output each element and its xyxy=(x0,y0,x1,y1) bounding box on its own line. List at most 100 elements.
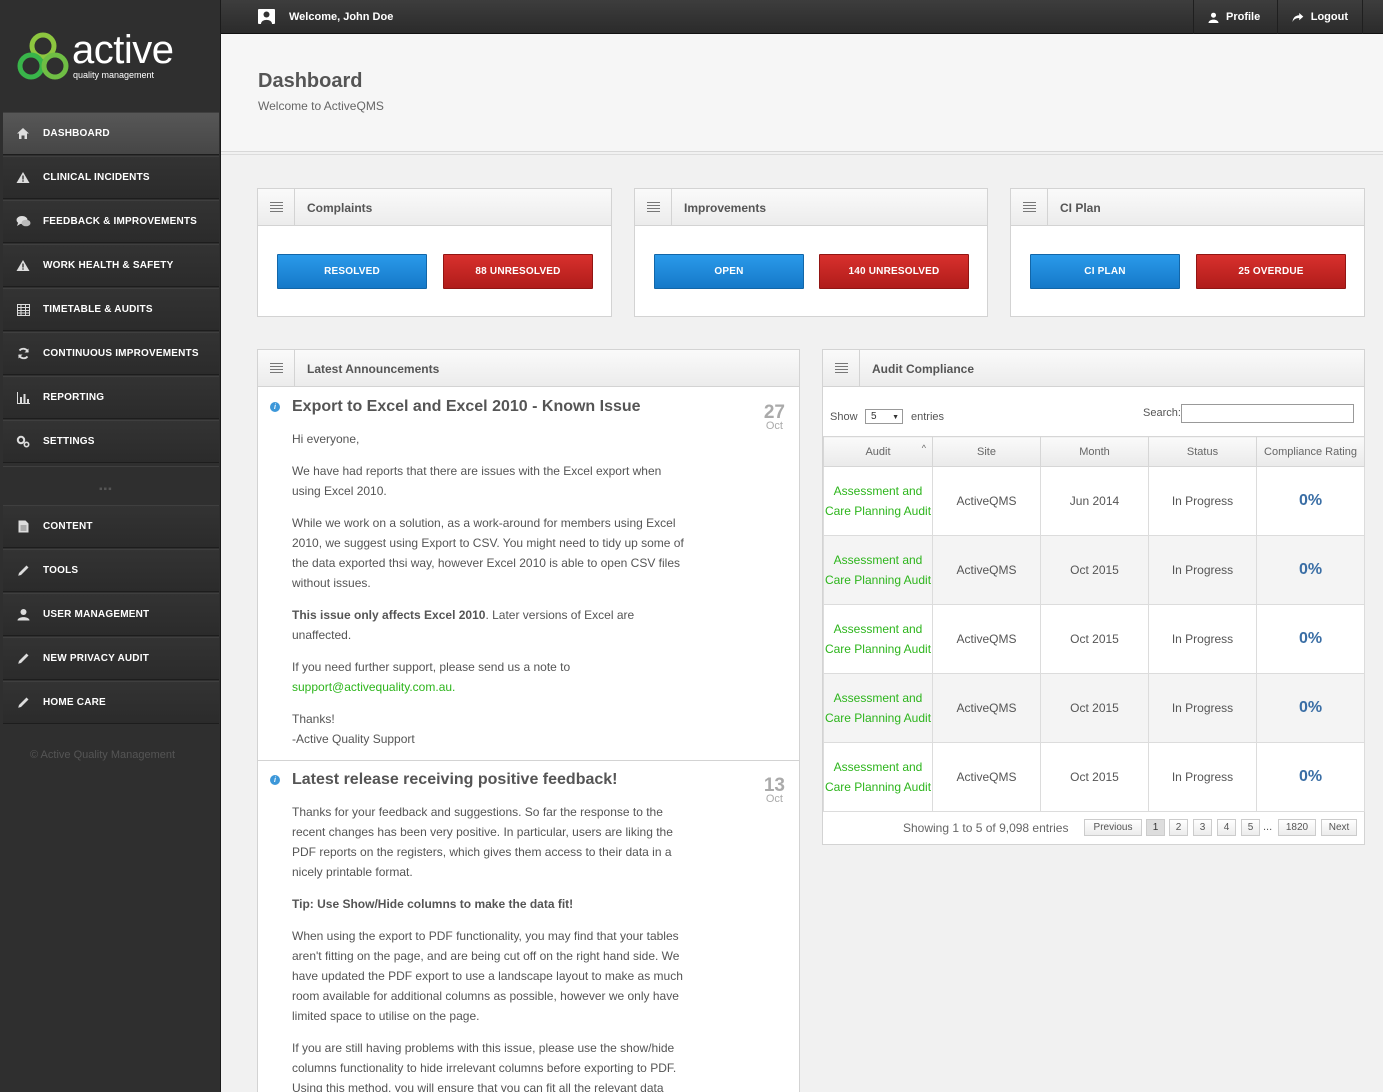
page-size-select[interactable]: 5 xyxy=(865,409,903,424)
announcement-month: Oct xyxy=(765,420,783,432)
announcement-title[interactable]: Latest release receiving positive feedba… xyxy=(292,771,617,789)
announcement-paragraph: When using the export to PDF functionali… xyxy=(292,929,683,1023)
announcement-signoff: Thanks! xyxy=(292,712,335,726)
divider-grip-icon: ▪▪▪ xyxy=(99,484,113,495)
widget-title: Audit Compliance xyxy=(872,362,975,376)
column-header-month[interactable]: Month xyxy=(1040,436,1149,467)
page-button-2[interactable]: 2 xyxy=(1169,819,1188,836)
sidebar-item-tools[interactable]: TOOLS xyxy=(3,549,219,592)
announcement-paragraph: Hi everyone, xyxy=(292,432,360,446)
menu-lines-icon[interactable] xyxy=(1011,189,1048,225)
sidebar-item-label: USER MANAGEMENT xyxy=(43,609,150,620)
widget-title: Complaints xyxy=(307,201,373,215)
sidebar-item-content[interactable]: CONTENT xyxy=(3,505,219,548)
menu-lines-icon[interactable] xyxy=(258,350,295,386)
audit-link[interactable]: Assessment and Care Planning Audit xyxy=(823,604,933,674)
ci-plan-button[interactable]: CI PLAN xyxy=(1030,254,1180,289)
status-cell: In Progress xyxy=(1148,466,1257,536)
ci-plan-widget: CI Plan CI PLAN 25 OVERDUE xyxy=(1010,188,1365,317)
sidebar-item-new-privacy-audit[interactable]: NEW PRIVACY AUDIT xyxy=(3,637,219,680)
support-email-link[interactable]: support@activequality.com.au. xyxy=(292,677,692,697)
announcement-paragraph: Thanks for your feedback and suggestions… xyxy=(292,805,673,879)
audit-link[interactable]: Assessment and Care Planning Audit xyxy=(823,673,933,743)
warning-icon xyxy=(3,171,43,184)
status-cell: In Progress xyxy=(1148,673,1257,743)
column-header-compliance-rating[interactable]: Compliance Rating xyxy=(1256,436,1365,467)
widget-title: CI Plan xyxy=(1060,201,1101,215)
table-row: Assessment and Care Planning Audit Activ… xyxy=(823,466,1365,536)
logo[interactable]: active quality management xyxy=(16,28,206,90)
audit-table: Audit ^ Site Month Status Compliance Rati… xyxy=(823,436,1365,812)
sidebar-item-clinical-incidents[interactable]: CLINICAL INCIDENTS xyxy=(3,156,219,199)
sidebar-item-label: CLINICAL INCIDENTS xyxy=(43,172,150,183)
unresolved-complaints-button[interactable]: 88 UNRESOLVED xyxy=(443,254,593,289)
sidebar-item-timetable-audits[interactable]: TIMETABLE & AUDITS xyxy=(3,288,219,331)
announcement-bold-text: This issue only affects Excel 2010 xyxy=(292,608,486,622)
widget-title: Improvements xyxy=(684,201,767,215)
sidebar-item-user-management[interactable]: USER MANAGEMENT xyxy=(3,593,219,636)
month-cell: Oct 2015 xyxy=(1040,742,1149,812)
sidebar-item-continuous-improvements[interactable]: CONTINUOUS IMPROVEMENTS xyxy=(3,332,219,375)
widget-header: Improvements xyxy=(635,189,987,226)
audit-compliance-widget: Audit Compliance Show 5 entries Search: … xyxy=(822,349,1365,845)
welcome-text: Welcome, John Doe xyxy=(289,11,394,23)
page-button-5[interactable]: 5 xyxy=(1241,819,1260,836)
profile-button[interactable]: Profile xyxy=(1193,0,1277,34)
cogs-icon xyxy=(3,435,43,448)
sidebar-item-dashboard[interactable]: DASHBOARD xyxy=(3,112,219,155)
column-header-site[interactable]: Site xyxy=(932,436,1041,467)
menu-lines-icon[interactable] xyxy=(823,350,860,386)
calendar-icon xyxy=(3,303,43,316)
column-label: Audit xyxy=(865,445,891,458)
sidebar-item-label: FEEDBACK & IMPROVEMENTS xyxy=(43,216,198,227)
audit-link[interactable]: Assessment and Care Planning Audit xyxy=(823,742,933,812)
widget-header: Audit Compliance xyxy=(823,350,1364,387)
info-icon: i xyxy=(270,775,280,785)
sidebar-item-home-care[interactable]: HOME CARE xyxy=(3,681,219,724)
open-improvements-button[interactable]: OPEN xyxy=(654,254,804,289)
widget-header: CI Plan xyxy=(1011,189,1364,226)
sidebar-item-settings[interactable]: SETTINGS xyxy=(3,420,219,463)
sidebar-item-reporting[interactable]: REPORTING xyxy=(3,376,219,419)
widget-header: Latest Announcements xyxy=(258,350,799,387)
logout-button[interactable]: Logout xyxy=(1277,0,1363,34)
status-cell: In Progress xyxy=(1148,742,1257,812)
page-subtitle: Welcome to ActiveQMS xyxy=(258,99,384,113)
menu-lines-icon[interactable] xyxy=(635,189,672,225)
page-button-4[interactable]: 4 xyxy=(1217,819,1236,836)
audit-link[interactable]: Assessment and Care Planning Audit xyxy=(823,466,933,536)
sidebar-item-label: REPORTING xyxy=(43,392,105,403)
info-icon: i xyxy=(270,402,280,412)
next-page-button[interactable]: Next xyxy=(1321,819,1357,836)
announcement-title[interactable]: Export to Excel and Excel 2010 - Known I… xyxy=(292,398,641,416)
audit-link[interactable]: Assessment and Care Planning Audit xyxy=(823,535,933,605)
announcement-item: i Export to Excel and Excel 2010 - Known… xyxy=(258,387,799,761)
page-button-1[interactable]: 1 xyxy=(1146,819,1165,836)
content-header: Dashboard Welcome to ActiveQMS xyxy=(221,34,1383,155)
rating-cell: 0% xyxy=(1256,673,1365,743)
last-page-button[interactable]: 1820 xyxy=(1278,819,1316,836)
resolved-complaints-button[interactable]: RESOLVED xyxy=(277,254,427,289)
column-header-status[interactable]: Status xyxy=(1148,436,1257,467)
unresolved-improvements-button[interactable]: 140 UNRESOLVED xyxy=(819,254,969,289)
table-row: Assessment and Care Planning Audit Activ… xyxy=(823,535,1365,605)
search-input[interactable] xyxy=(1181,404,1354,423)
search-label: Search: xyxy=(1143,407,1181,419)
sidebar-divider: ▪▪▪ xyxy=(3,466,219,506)
pencil-icon xyxy=(3,564,43,577)
sidebar-item-label: WORK HEALTH & SAFETY xyxy=(43,260,174,271)
menu-lines-icon[interactable] xyxy=(258,189,295,225)
site-cell: ActiveQMS xyxy=(932,535,1041,605)
table-info: Showing 1 to 5 of 9,098 entries xyxy=(903,821,1069,835)
sidebar-item-work-health-safety[interactable]: WORK HEALTH & SAFETY xyxy=(3,244,219,287)
chat-icon xyxy=(3,215,43,228)
page-button-3[interactable]: 3 xyxy=(1193,819,1212,836)
site-cell: ActiveQMS xyxy=(932,466,1041,536)
site-cell: ActiveQMS xyxy=(932,742,1041,812)
previous-page-button[interactable]: Previous xyxy=(1084,819,1142,836)
column-header-audit[interactable]: Audit ^ xyxy=(823,436,933,467)
announcement-item: i Latest release receiving positive feed… xyxy=(258,761,799,1092)
overdue-ci-button[interactable]: 25 OVERDUE xyxy=(1196,254,1346,289)
document-icon xyxy=(3,520,43,533)
sidebar-item-feedback-improvements[interactable]: FEEDBACK & IMPROVEMENTS xyxy=(3,200,219,243)
